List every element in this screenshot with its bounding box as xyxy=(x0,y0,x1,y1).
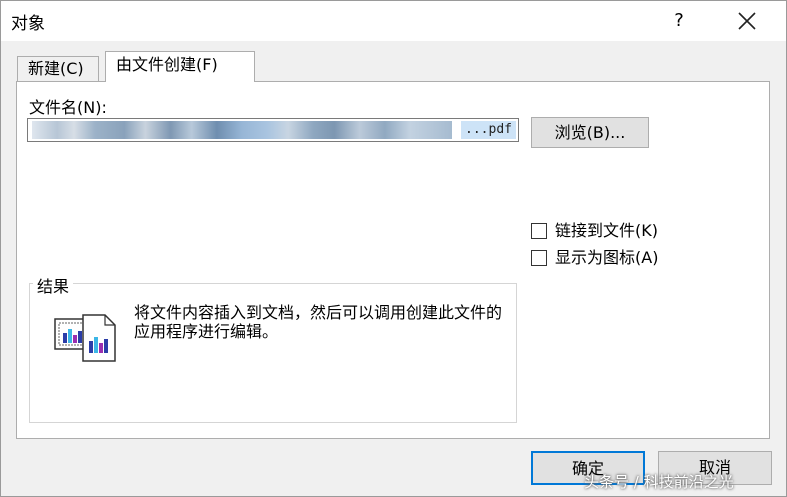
link-to-file-label: 链接到文件(K) xyxy=(555,221,658,240)
watermark-text: 头条号 / 科技前沿之光 xyxy=(584,473,734,491)
link-to-file-checkbox[interactable] xyxy=(531,223,547,239)
dialog-title: 对象 xyxy=(11,14,45,34)
close-button[interactable] xyxy=(729,7,765,35)
result-title: 结果 xyxy=(33,273,74,297)
help-button[interactable]: ? xyxy=(664,7,694,35)
close-icon xyxy=(738,12,756,30)
document-insert-icon xyxy=(54,314,116,362)
result-description: 将文件内容插入到文档，然后可以调用创建此文件的应用程序进行编辑。 xyxy=(134,303,503,341)
filename-input[interactable]: ...pdf xyxy=(27,118,519,142)
filename-label: 文件名(N): xyxy=(29,98,107,117)
display-as-icon-label: 显示为图标(A) xyxy=(555,248,659,267)
insert-object-dialog: 对象 ? 新建(C) 由文件创建(F) 文件名(N): ...pdf 浏览(B)… xyxy=(0,0,787,497)
browse-button[interactable]: 浏览(B)... xyxy=(531,117,649,148)
filename-value: ...pdf xyxy=(461,121,516,139)
display-as-icon-checkbox[interactable] xyxy=(531,250,547,266)
blurred-path xyxy=(32,121,452,139)
tab-create-from-file[interactable]: 由文件创建(F) xyxy=(105,51,255,82)
title-bar: 对象 ? xyxy=(1,1,786,41)
tab-create-new[interactable]: 新建(C) xyxy=(17,56,99,81)
